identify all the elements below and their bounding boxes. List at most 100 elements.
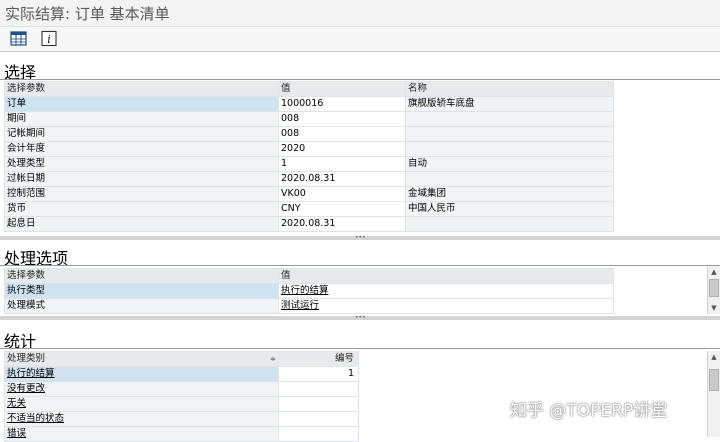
- window-title: 实际结算: 订单 基本清单: [5, 5, 170, 23]
- splitter-grip-icon[interactable]: •••: [355, 235, 366, 241]
- scroll-thumb[interactable]: [709, 369, 719, 391]
- table-row[interactable]: 会计年度 2020: [4, 141, 719, 157]
- row-value: 1: [278, 156, 406, 172]
- row-spacer: [614, 157, 719, 172]
- row-param[interactable]: 处理类型: [4, 156, 279, 172]
- row-name: 自动: [405, 156, 614, 172]
- row-name: [405, 141, 614, 157]
- row-param[interactable]: 记帐期间: [4, 126, 279, 142]
- watermark: 知乎 @TOPERP讲堂: [510, 401, 668, 421]
- table-row[interactable]: 控制范围 VK00 金域集团: [4, 186, 719, 202]
- column-header-category-label: 处理类别: [7, 353, 46, 364]
- row-name: 旗舰版轿车底盘: [405, 96, 614, 112]
- column-header-value[interactable]: 值: [278, 268, 614, 284]
- splitter-handle[interactable]: •••: [0, 315, 720, 321]
- row-name: 金域集团: [405, 186, 614, 202]
- column-header-param[interactable]: 选择参数: [4, 268, 279, 284]
- row-name: [405, 126, 614, 142]
- row-param[interactable]: 过帐日期: [4, 171, 279, 187]
- row-category-link[interactable]: 没有更改: [4, 381, 279, 397]
- row-name: [405, 171, 614, 187]
- splitter-handle[interactable]: •••: [0, 235, 720, 241]
- table-row[interactable]: 起息日 2020.08.31: [4, 216, 719, 232]
- scroll-up-icon[interactable]: ▲: [708, 266, 720, 278]
- table-row[interactable]: 执行的结算 1: [4, 366, 359, 382]
- row-value: 1000016: [278, 96, 406, 112]
- row-spacer: [614, 97, 719, 112]
- row-value-link[interactable]: 执行的结算: [278, 283, 614, 299]
- row-value: VK00: [278, 186, 406, 202]
- row-category-link[interactable]: 不适当的状态: [4, 411, 279, 427]
- column-header-number[interactable]: 编号: [278, 351, 359, 367]
- row-category-link[interactable]: 错误: [4, 426, 279, 442]
- row-value: 2020.08.31: [278, 171, 406, 187]
- section-divider: [0, 265, 720, 266]
- table-row[interactable]: 错误: [4, 426, 359, 442]
- row-param[interactable]: 控制范围: [4, 186, 279, 202]
- svg-text:i: i: [47, 33, 51, 46]
- row-number: [278, 411, 359, 427]
- toolbar: i: [0, 27, 720, 52]
- info-icon[interactable]: i: [40, 30, 58, 47]
- processing-scrollbar[interactable]: ▲ ▼: [707, 266, 720, 314]
- statistics-table: 处理类别 ≑ 编号 执行的结算 1 没有更改 无关 不适当的状态 错误: [4, 351, 359, 442]
- row-spacer: [614, 217, 719, 232]
- table-row[interactable]: 记帐期间 008: [4, 126, 719, 142]
- table-row[interactable]: 处理类型 1 自动: [4, 156, 719, 172]
- row-number: [278, 396, 359, 412]
- table-row[interactable]: 期间 008: [4, 111, 719, 127]
- column-header-param[interactable]: 选择参数: [4, 81, 279, 97]
- processing-table: 选择参数 值 执行类型 执行的结算 处理模式 测试运行: [4, 268, 614, 314]
- column-header-value[interactable]: 值: [278, 81, 406, 97]
- table-row[interactable]: 货币 CNY 中国人民币: [4, 201, 719, 217]
- row-param[interactable]: 期间: [4, 111, 279, 127]
- scroll-down-icon[interactable]: ▼: [708, 302, 720, 314]
- row-value: 008: [278, 111, 406, 127]
- row-category-link[interactable]: 执行的结算: [4, 366, 279, 382]
- table-header: 选择参数 值: [4, 268, 614, 284]
- table-row[interactable]: 不适当的状态: [4, 411, 359, 427]
- row-value: 2020.08.31: [278, 216, 406, 232]
- selection-table: 选择参数 值 名称 订单 1000016 旗舰版轿车底盘 期间 008 记帐期间…: [4, 81, 719, 232]
- row-param[interactable]: 处理模式: [4, 298, 279, 314]
- row-name: [405, 216, 614, 232]
- row-spacer: [614, 127, 719, 142]
- row-spacer: [614, 172, 719, 187]
- row-spacer: [614, 202, 719, 217]
- scroll-thumb[interactable]: [709, 279, 719, 297]
- row-name: 中国人民币: [405, 201, 614, 217]
- section-divider: [0, 79, 720, 80]
- splitter-grip-icon[interactable]: •••: [355, 315, 366, 321]
- statistics-scrollbar[interactable]: ▲: [707, 351, 720, 437]
- row-param[interactable]: 货币: [4, 201, 279, 217]
- row-param[interactable]: 订单: [4, 96, 279, 112]
- row-number: [278, 381, 359, 397]
- row-spacer: [614, 187, 719, 202]
- table-row[interactable]: 过帐日期 2020.08.31: [4, 171, 719, 187]
- section-divider: [0, 348, 720, 349]
- table-row[interactable]: 执行类型 执行的结算: [4, 283, 614, 299]
- table-row[interactable]: 无关: [4, 396, 359, 412]
- column-resize-icon[interactable]: ≑: [270, 353, 276, 366]
- table-row[interactable]: 处理模式 测试运行: [4, 298, 614, 314]
- row-param[interactable]: 起息日: [4, 216, 279, 232]
- table-layout-icon[interactable]: [10, 30, 28, 47]
- table-row[interactable]: 没有更改: [4, 381, 359, 397]
- row-param[interactable]: 执行类型: [4, 283, 279, 299]
- table-header: 处理类别 ≑ 编号: [4, 351, 359, 367]
- column-header-spacer: [613, 81, 719, 97]
- table-row[interactable]: 订单 1000016 旗舰版轿车底盘: [4, 96, 719, 112]
- row-category-link[interactable]: 无关: [4, 396, 279, 412]
- row-value: CNY: [278, 201, 406, 217]
- column-header-category[interactable]: 处理类别 ≑: [4, 351, 279, 367]
- row-value: 2020: [278, 141, 406, 157]
- row-param[interactable]: 会计年度: [4, 141, 279, 157]
- title-bar: 实际结算: 订单 基本清单: [0, 0, 720, 27]
- row-number: [278, 426, 359, 442]
- row-value-link[interactable]: 测试运行: [278, 298, 614, 314]
- table-header: 选择参数 值 名称: [4, 81, 719, 97]
- column-header-name[interactable]: 名称: [405, 81, 614, 97]
- row-spacer: [614, 112, 719, 127]
- scroll-up-icon[interactable]: ▲: [708, 351, 720, 363]
- row-number: 1: [278, 366, 359, 382]
